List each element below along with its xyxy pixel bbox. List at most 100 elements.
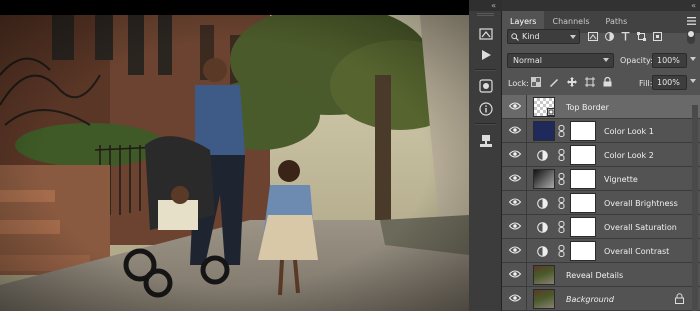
strip-separator: [475, 123, 496, 125]
lock-icons: [531, 77, 612, 87]
strip-grip[interactable]: [477, 13, 494, 16]
eye-icon[interactable]: [509, 174, 521, 182]
filter-pixel-icon[interactable]: [588, 32, 598, 41]
filter-kind-label: Kind: [522, 32, 540, 41]
panel-icon-strip: «: [469, 0, 502, 311]
document-canvas[interactable]: [0, 0, 469, 311]
smart-object-badge-icon: [547, 108, 555, 116]
layer-row-vignette[interactable]: Vignette: [502, 167, 700, 191]
eye-icon[interactable]: [509, 246, 521, 254]
opacity-field[interactable]: 100%: [652, 53, 687, 68]
adjustment-layer-icon: [537, 222, 548, 233]
layer-row-overall-brightness[interactable]: Overall Brightness: [502, 191, 700, 215]
link-icon[interactable]: [558, 125, 565, 137]
tab-paths[interactable]: Paths: [598, 11, 636, 33]
fill-label: Fill:: [639, 79, 653, 88]
fill-field[interactable]: 100%: [652, 75, 687, 90]
fill-dropdown-icon[interactable]: [690, 79, 696, 83]
blend-mode-select[interactable]: Normal: [507, 53, 614, 68]
layer-divider: [526, 239, 527, 263]
lock-icon[interactable]: [675, 293, 684, 304]
layer-thumbnail: [533, 289, 555, 309]
panel-topbar[interactable]: «: [502, 0, 700, 11]
link-icon[interactable]: [558, 149, 565, 161]
opacity-label: Opacity:: [620, 56, 653, 65]
layer-row-overall-saturation[interactable]: Overall Saturation: [502, 215, 700, 239]
play-icon[interactable]: [475, 45, 496, 65]
eye-icon[interactable]: [509, 270, 521, 278]
layer-row-color-look-2[interactable]: Color Look 2: [502, 143, 700, 167]
layer-thumbnail: [533, 169, 555, 189]
layer-filter-kind[interactable]: Kind: [507, 29, 580, 44]
link-icon[interactable]: [558, 197, 565, 209]
layer-mask-thumbnail[interactable]: [570, 241, 596, 261]
chevron-down-icon: [570, 34, 576, 39]
layer-name: Background: [566, 295, 614, 304]
brush-preset-icon[interactable]: [475, 24, 496, 44]
layer-name: Top Border: [566, 103, 609, 112]
eye-icon[interactable]: [509, 294, 521, 302]
layer-name: Overall Saturation: [604, 223, 677, 232]
layer-mask-thumbnail[interactable]: [570, 217, 596, 237]
layer-thumbnail: [533, 265, 555, 285]
filter-type-icons: [588, 32, 662, 41]
opacity-dropdown-icon[interactable]: [690, 57, 696, 61]
layer-name: Overall Contrast: [604, 247, 670, 256]
panel-menu-icon[interactable]: [687, 17, 696, 27]
layer-name: Vignette: [604, 175, 638, 184]
filter-toggle[interactable]: [687, 30, 695, 44]
layer-name: Overall Brightness: [604, 199, 678, 208]
layer-row-overall-contrast[interactable]: Overall Contrast: [502, 239, 700, 263]
eye-icon[interactable]: [509, 198, 521, 206]
layer-list: Top Border Color Look 1 Color Look 2 Vig…: [502, 95, 700, 311]
lock-transparent-icon[interactable]: [531, 77, 541, 87]
layer-mask-thumbnail[interactable]: [570, 121, 596, 141]
layer-divider: [526, 143, 527, 167]
blend-mode-value: Normal: [513, 56, 542, 65]
eye-icon[interactable]: [509, 222, 521, 230]
lock-label: Lock:: [508, 79, 529, 88]
eye-icon[interactable]: [509, 102, 521, 110]
filter-smart-object-icon[interactable]: [653, 32, 662, 41]
layer-divider: [526, 167, 527, 191]
filter-adjustment-icon[interactable]: [605, 32, 614, 41]
layer-name: Color Look 1: [604, 127, 654, 136]
layer-divider: [526, 119, 527, 143]
eye-icon[interactable]: [509, 126, 521, 134]
clone-source-icon[interactable]: [475, 131, 496, 151]
info-icon[interactable]: [475, 99, 496, 119]
layer-list-scrollbar[interactable]: [692, 105, 698, 311]
adjustment-layer-icon: [537, 246, 548, 257]
layer-row-reveal-details[interactable]: Reveal Details: [502, 263, 700, 287]
lock-all-icon[interactable]: [603, 77, 612, 87]
fill-value: 100%: [657, 78, 680, 87]
layer-row-background[interactable]: Background: [502, 287, 700, 311]
layer-divider: [526, 215, 527, 239]
search-icon: [511, 32, 519, 41]
lock-image-icon[interactable]: [549, 77, 559, 87]
adjustment-layer-icon: [537, 150, 548, 161]
layer-row-top-border[interactable]: Top Border: [502, 95, 700, 119]
link-icon[interactable]: [558, 245, 565, 257]
layer-mask-thumbnail[interactable]: [570, 193, 596, 213]
filter-type-icon[interactable]: [621, 32, 630, 41]
layer-divider: [526, 263, 527, 287]
link-icon[interactable]: [558, 173, 565, 185]
lock-position-icon[interactable]: [567, 77, 577, 87]
link-icon[interactable]: [558, 221, 565, 233]
canvas-photo: [0, 15, 469, 311]
layer-mask-thumbnail[interactable]: [570, 145, 596, 165]
layer-mask-thumbnail[interactable]: [570, 169, 596, 189]
eye-icon[interactable]: [509, 150, 521, 158]
layer-name: Color Look 2: [604, 151, 654, 160]
adjustments-icon[interactable]: [475, 76, 496, 96]
layer-row-color-look-1[interactable]: Color Look 1: [502, 119, 700, 143]
layer-name: Reveal Details: [566, 271, 624, 280]
strip-separator: [475, 69, 496, 71]
collapse-panel-button[interactable]: «: [691, 1, 696, 10]
layer-divider: [526, 287, 527, 311]
filter-shape-icon[interactable]: [637, 32, 646, 41]
collapse-strip-button[interactable]: «: [469, 0, 502, 11]
lock-artboard-icon[interactable]: [585, 77, 595, 87]
opacity-value: 100%: [657, 56, 680, 65]
